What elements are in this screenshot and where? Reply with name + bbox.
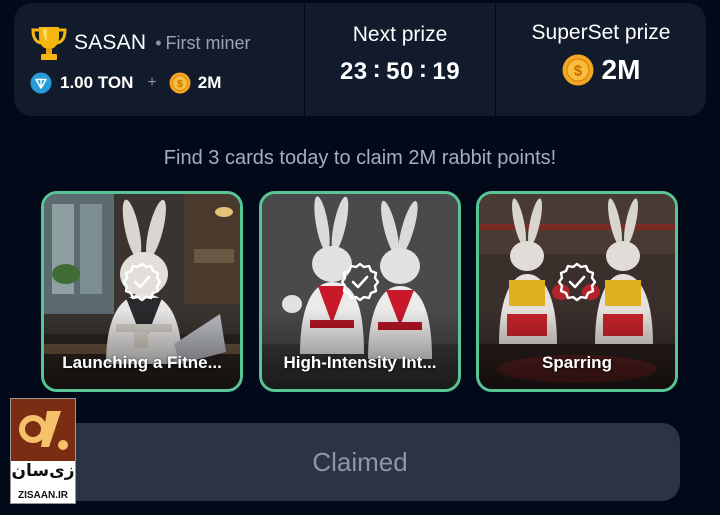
- card-title: Sparring: [542, 353, 612, 372]
- card-shade: [44, 309, 240, 389]
- user-rank: First miner: [165, 32, 251, 53]
- user-section[interactable]: SASAN • First miner 1.00 TON + $ 2M: [14, 3, 304, 116]
- watermark-logo: زی‌سان ZISAAN.IR: [10, 398, 76, 504]
- svg-text:$: $: [177, 79, 183, 90]
- trophy-icon: [31, 27, 67, 60]
- combo-card-1[interactable]: Launching a Fitne...: [41, 191, 243, 392]
- timer-seconds: 19: [432, 58, 461, 85]
- superset-prize-section: SuperSet prize $ 2M: [496, 3, 706, 116]
- countdown-timer: 23 : 50 : 19: [339, 56, 461, 86]
- watermark-persian: زی‌سان: [11, 461, 75, 480]
- card-title: High-Intensity Int...: [283, 353, 437, 372]
- coin-icon: $: [562, 54, 594, 86]
- check-badge-icon: [122, 262, 162, 302]
- timer-minutes: 50: [386, 58, 414, 85]
- claimed-button[interactable]: Claimed: [40, 423, 680, 501]
- card-title: Launching a Fitne...: [62, 353, 222, 372]
- next-prize-label: Next prize: [352, 23, 448, 46]
- next-prize-section: Next prize 23 : 50 : 19: [305, 3, 495, 116]
- combo-card-3[interactable]: Sparring: [476, 191, 678, 392]
- username: SASAN: [74, 31, 147, 54]
- check-badge-icon: [557, 262, 597, 302]
- svg-text:$: $: [573, 63, 582, 80]
- coin-icon: $: [169, 72, 191, 94]
- card-shade: [479, 309, 675, 389]
- timer-colon: :: [418, 56, 428, 83]
- timer-hours: 23: [339, 58, 368, 85]
- timer-colon: :: [372, 56, 382, 83]
- user-row: SASAN • First miner: [30, 23, 304, 63]
- instruction-text: Find 3 cards today to claim 2M rabbit po…: [163, 147, 557, 169]
- coins-balance: 2M: [197, 73, 222, 92]
- check-badge-icon: [340, 262, 380, 302]
- plus-sign: +: [147, 74, 157, 91]
- watermark-text: ZISAAN.IR: [18, 490, 68, 501]
- watermark-mark: [11, 399, 75, 461]
- separator-dot: •: [155, 32, 162, 53]
- superset-prize-value: 2M: [601, 54, 641, 85]
- ton-icon: [30, 72, 52, 94]
- balance-row: 1.00 TON + $ 2M: [30, 70, 304, 96]
- header-panel: SASAN • First miner 1.00 TON + $ 2M Next…: [14, 3, 706, 116]
- card-shade: [262, 309, 458, 389]
- superset-prize-label: SuperSet prize: [531, 21, 671, 44]
- zisaan-logo-icon: [19, 411, 68, 450]
- ton-balance: 1.00 TON: [60, 73, 134, 92]
- superset-value-row: $ 2M: [562, 54, 641, 86]
- combo-card-2[interactable]: High-Intensity Int...: [259, 191, 461, 392]
